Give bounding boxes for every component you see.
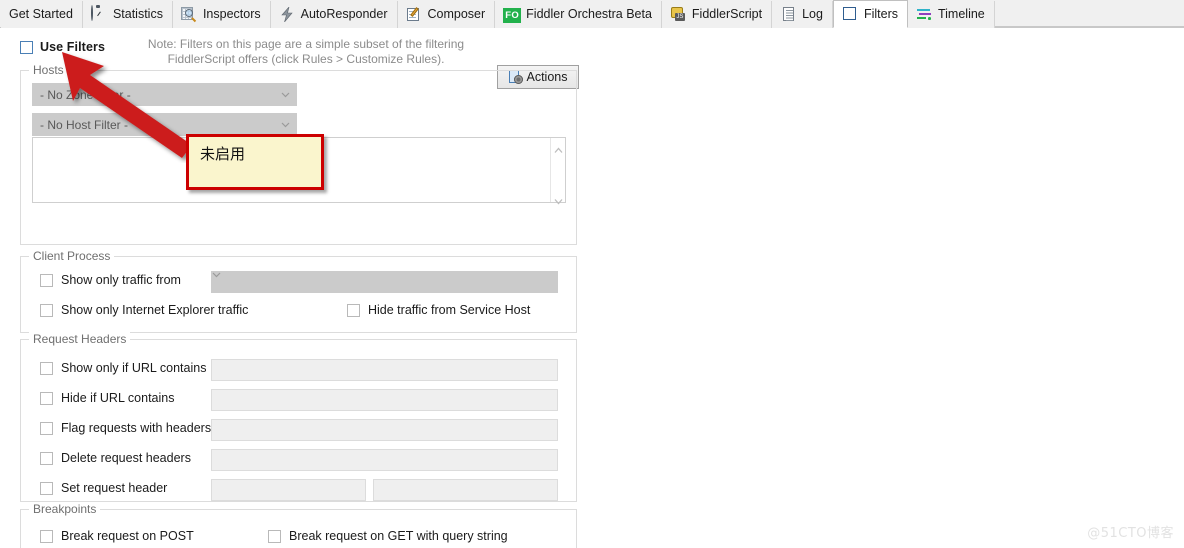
hide-if-url-contains-input[interactable] <box>211 389 558 411</box>
tab-fiddlerscript[interactable]: JS FiddlerScript <box>661 1 773 28</box>
set-request-header-name-input[interactable] <box>211 479 366 501</box>
break-request-on-get-query-checkbox[interactable] <box>268 529 281 543</box>
show-only-traffic-from-row[interactable]: Show only traffic from <box>40 273 181 287</box>
tab-label: FiddlerScript <box>691 7 763 22</box>
show-only-url-contains-row[interactable]: Show only if URL contains <box>40 361 206 375</box>
flag-requests-with-headers-row[interactable]: Flag requests with headers <box>40 421 211 435</box>
tab-label: Log <box>802 7 823 22</box>
hide-service-host-checkbox[interactable] <box>347 303 360 317</box>
script-js-icon: JS <box>670 6 687 23</box>
tab-fiddler-orchestra-beta[interactable]: FO Fiddler Orchestra Beta <box>495 1 662 28</box>
break-request-on-get-query-row[interactable]: Break request on GET with query string <box>268 529 508 543</box>
flag-requests-with-headers-input[interactable] <box>211 419 558 441</box>
show-only-url-contains-input[interactable] <box>211 359 558 381</box>
show-only-traffic-from-label: Show only traffic from <box>61 273 181 287</box>
pencil-pad-icon <box>406 6 423 23</box>
annotation-callout: 未启用 <box>186 134 324 190</box>
tab-label: Filters <box>863 6 898 21</box>
watermark-label: @51CTO博客 <box>1087 526 1174 541</box>
scroll-up-icon[interactable] <box>554 141 563 153</box>
hide-service-host-row[interactable]: Hide traffic from Service Host <box>347 303 530 317</box>
break-request-on-get-query-label: Break request on GET with query string <box>289 529 508 543</box>
hide-if-url-contains-label: Hide if URL contains <box>61 391 175 405</box>
chevron-down-icon <box>212 272 557 278</box>
set-request-header-checkbox[interactable] <box>40 481 53 495</box>
delete-request-headers-input[interactable] <box>211 449 558 471</box>
tab-log[interactable]: Log <box>772 1 833 28</box>
tab-filters[interactable]: Filters <box>832 0 908 28</box>
tab-strip-filler <box>994 0 1184 27</box>
client-process-dropdown[interactable] <box>211 271 558 293</box>
tab-label: Get Started <box>9 7 73 22</box>
tab-timeline[interactable]: Timeline <box>907 1 995 28</box>
break-request-on-post-checkbox[interactable] <box>40 529 53 543</box>
breakpoints-group-legend: Breakpoints <box>29 502 101 516</box>
flag-requests-with-headers-label: Flag requests with headers <box>61 421 212 435</box>
delete-request-headers-row[interactable]: Delete request headers <box>40 451 191 465</box>
set-request-header-row[interactable]: Set request header <box>40 481 167 495</box>
hide-service-host-label: Hide traffic from Service Host <box>368 303 531 317</box>
tab-label: Timeline <box>937 7 985 22</box>
show-only-url-contains-checkbox[interactable] <box>40 361 53 375</box>
request-headers-group-legend: Request Headers <box>29 332 131 346</box>
annotation-text: 未启用 <box>200 145 246 163</box>
tab-label: Statistics <box>112 7 163 22</box>
set-request-header-label: Set request header <box>61 481 168 495</box>
set-request-header-value-input[interactable] <box>373 479 558 501</box>
tab-label: Fiddler Orchestra Beta <box>526 7 652 22</box>
js-badge-label: JS <box>674 13 685 21</box>
fo-badge-icon: FO <box>503 7 522 23</box>
delete-request-headers-label: Delete request headers <box>61 451 191 465</box>
show-only-ie-traffic-checkbox[interactable] <box>40 303 53 317</box>
request-headers-group: Request Headers Show only if URL contain… <box>20 332 577 502</box>
fiddler-window: Get Started Statistics Inspectors AutoRe… <box>0 0 1184 548</box>
host-list-scrollbar[interactable] <box>550 138 565 205</box>
breakpoints-group: Breakpoints Break request on POST Break … <box>20 502 577 548</box>
tab-composer[interactable]: Composer <box>397 1 496 28</box>
hide-if-url-contains-row[interactable]: Hide if URL contains <box>40 391 174 405</box>
tab-autoresponder[interactable]: AutoResponder <box>270 1 398 28</box>
scroll-down-icon[interactable] <box>554 192 563 205</box>
timeline-bars-icon <box>916 6 933 23</box>
lightning-bolt-icon <box>279 6 296 23</box>
hide-if-url-contains-checkbox[interactable] <box>40 391 53 405</box>
use-filters-checkbox[interactable] <box>20 40 33 54</box>
stopwatch-icon <box>90 5 108 23</box>
show-only-url-contains-label: Show only if URL contains <box>61 361 207 375</box>
show-only-traffic-from-checkbox[interactable] <box>40 273 53 287</box>
tab-statistics[interactable]: Statistics <box>82 1 173 28</box>
client-process-group: Client Process Show only traffic from Sh… <box>20 249 577 333</box>
tab-label: Composer <box>427 7 486 22</box>
document-icon <box>780 6 797 23</box>
tab-label: Inspectors <box>202 7 261 22</box>
tab-get-started[interactable]: Get Started <box>1 1 83 28</box>
show-only-ie-traffic-row[interactable]: Show only Internet Explorer traffic <box>40 303 248 317</box>
break-request-on-post-label: Break request on POST <box>61 529 194 543</box>
tab-inspectors[interactable]: Inspectors <box>172 1 271 28</box>
tab-strip: Get Started Statistics Inspectors AutoRe… <box>0 0 1184 28</box>
show-only-ie-traffic-label: Show only Internet Explorer traffic <box>61 303 249 317</box>
magnifier-icon <box>180 6 198 23</box>
delete-request-headers-checkbox[interactable] <box>40 451 53 465</box>
filter-square-icon <box>842 6 859 23</box>
flag-requests-with-headers-checkbox[interactable] <box>40 421 53 435</box>
tab-label: AutoResponder <box>300 7 388 22</box>
break-request-on-post-row[interactable]: Break request on POST <box>40 529 194 543</box>
client-process-group-legend: Client Process <box>29 249 115 263</box>
